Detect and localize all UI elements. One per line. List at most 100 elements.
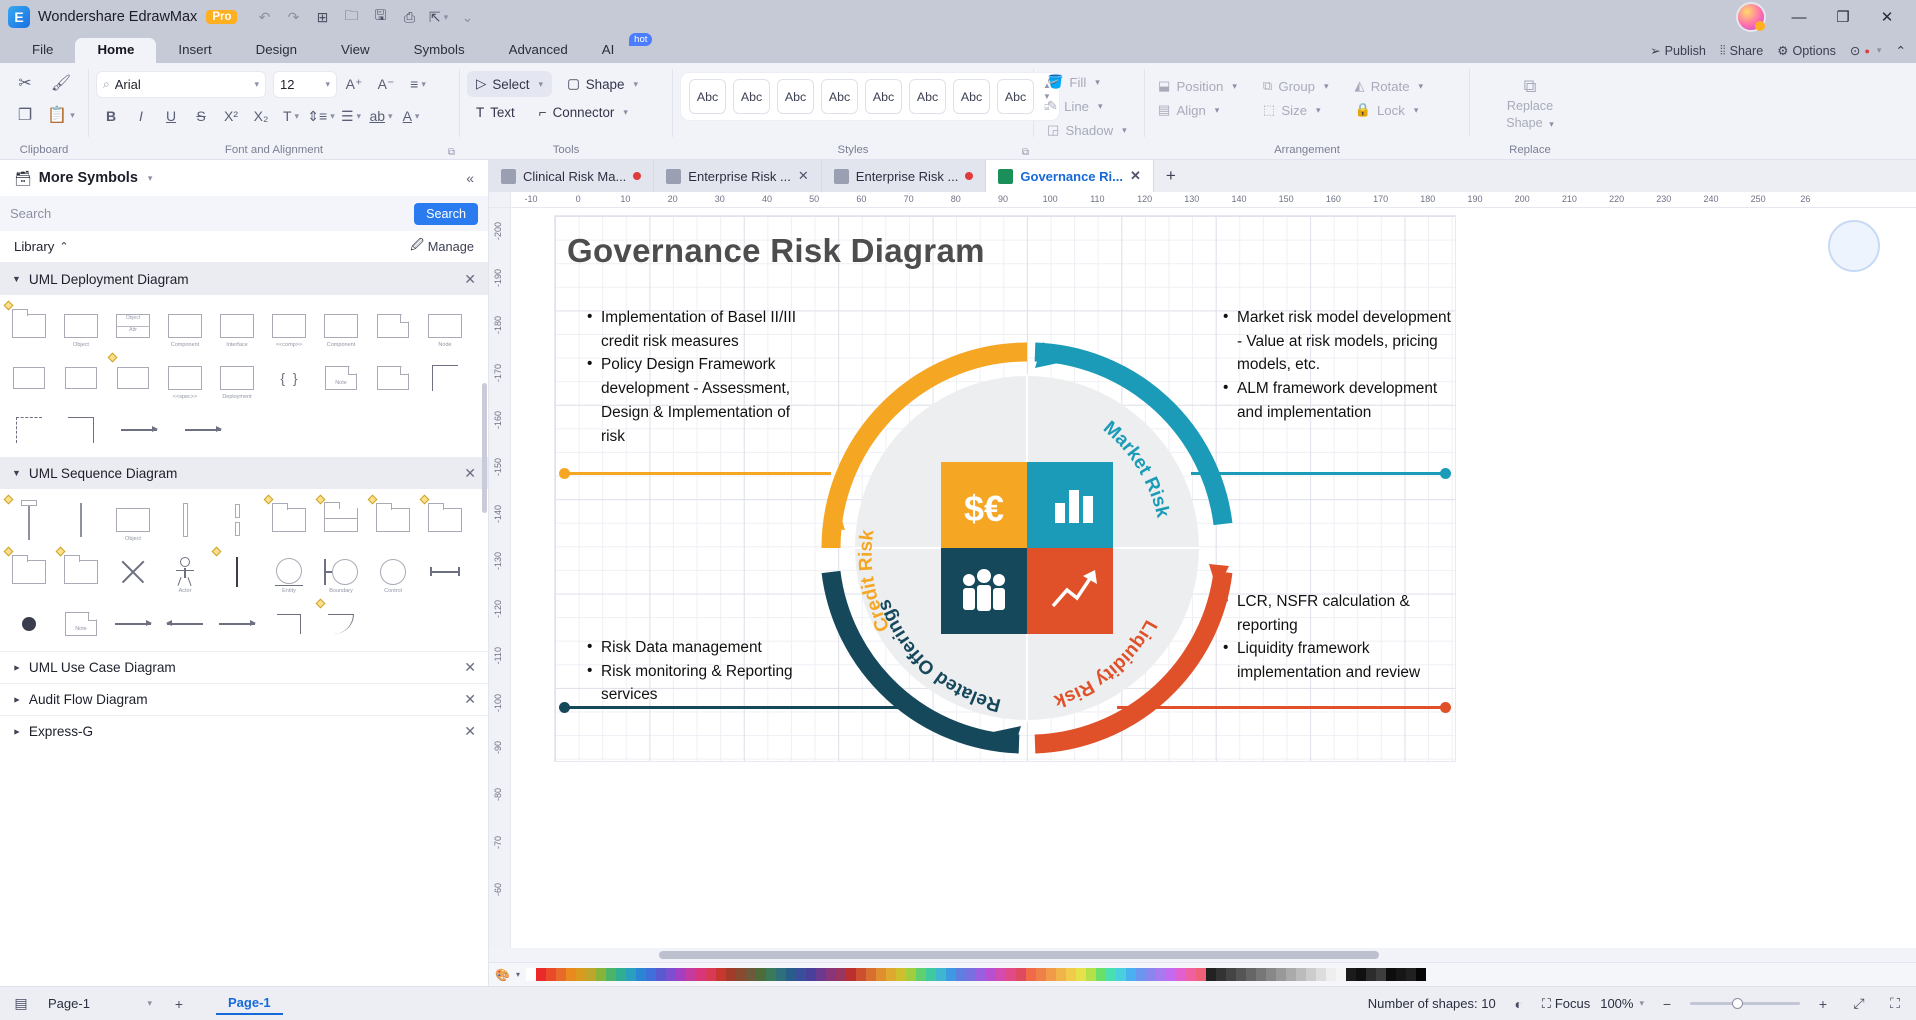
sidebar-scroll-region[interactable]: ▼ UML Deployment Diagram ✕ Object Object… — [0, 263, 488, 986]
text-tool-button[interactable]: T Text — [467, 100, 524, 125]
shape-item[interactable] — [108, 405, 170, 455]
zoom-level[interactable]: 100% ▾ — [1600, 996, 1644, 1011]
color-swatch[interactable] — [1125, 968, 1136, 981]
shape-item[interactable]: Actor — [160, 547, 210, 597]
shape-item[interactable] — [212, 495, 262, 545]
color-swatch[interactable] — [795, 968, 806, 981]
color-swatch[interactable] — [1385, 968, 1396, 981]
style-swatch[interactable]: Abc — [865, 79, 902, 114]
color-swatch[interactable] — [1285, 968, 1296, 981]
close-icon[interactable]: ✕ — [464, 271, 476, 288]
color-swatch[interactable] — [1085, 968, 1096, 981]
connector-tool-button[interactable]: ⌐ Connector ▾ — [530, 100, 637, 125]
category-header-audit-flow[interactable]: ▼ Audit Flow Diagram ✕ — [0, 683, 488, 715]
style-swatch[interactable]: Abc — [997, 79, 1034, 114]
shape-item[interactable]: <<spec>> — [160, 353, 210, 403]
color-swatch[interactable] — [685, 968, 696, 981]
color-swatch[interactable] — [665, 968, 676, 981]
shape-item[interactable] — [4, 599, 54, 649]
save-icon[interactable]: 🖫 — [367, 5, 393, 29]
color-swatch[interactable] — [1015, 968, 1026, 981]
color-swatch[interactable] — [1345, 968, 1356, 981]
color-swatch[interactable] — [965, 968, 976, 981]
paragraph-align-icon[interactable]: ≡ ▾ — [403, 70, 433, 98]
add-page-button[interactable]: + — [166, 992, 192, 1016]
color-swatch[interactable] — [565, 968, 576, 981]
menu-file[interactable]: File — [10, 38, 75, 63]
palette-icon[interactable]: 🎨 — [495, 968, 510, 982]
subscript-icon[interactable]: X₂ — [246, 102, 276, 130]
color-swatch[interactable] — [1115, 968, 1126, 981]
shape-item[interactable] — [172, 405, 234, 455]
shape-item[interactable] — [368, 301, 418, 351]
style-swatch[interactable]: Abc — [909, 79, 946, 114]
style-swatch[interactable]: Abc — [821, 79, 858, 114]
collapse-panel-icon[interactable]: « — [466, 170, 474, 186]
callout-bottom-left[interactable]: Risk Data management Risk monitoring & R… — [587, 635, 817, 707]
bullet-list-icon[interactable]: ☰ ▾ — [336, 102, 366, 130]
select-tool-button[interactable]: ▷ Select ▾ — [467, 71, 553, 97]
color-swatch[interactable] — [905, 968, 916, 981]
shape-item[interactable]: Node — [420, 301, 470, 351]
size-button[interactable]: ⬚ Size ▾ — [1257, 99, 1335, 121]
bold-icon[interactable]: B — [96, 102, 126, 130]
color-swatch[interactable] — [605, 968, 616, 981]
theme-icon[interactable]: ◐ — [1506, 992, 1532, 1016]
group-button[interactable]: ⧉ Group ▾ — [1257, 75, 1335, 97]
color-swatch[interactable] — [775, 968, 786, 981]
diagram-title[interactable]: Governance Risk Diagram — [567, 232, 985, 270]
underline-icon[interactable]: U — [156, 102, 186, 130]
color-swatch[interactable] — [695, 968, 706, 981]
color-swatch[interactable] — [1135, 968, 1146, 981]
font-family-box[interactable]: ⌕ ▾ — [96, 70, 266, 98]
shape-item[interactable] — [315, 598, 366, 649]
close-icon[interactable]: ✕ — [464, 691, 476, 708]
chevron-down-icon[interactable]: ▾ — [516, 970, 520, 979]
color-swatch[interactable] — [1175, 968, 1186, 981]
color-swatch[interactable] — [745, 968, 756, 981]
color-swatch[interactable] — [1215, 968, 1226, 981]
text-effect-icon[interactable]: T ▾ — [276, 102, 306, 130]
shape-item[interactable]: Boundary — [316, 547, 366, 597]
color-swatch[interactable] — [1095, 968, 1106, 981]
replace-shape-button[interactable]: ⧉ Replace Shape ▾ — [1498, 72, 1561, 134]
color-swatch[interactable] — [815, 968, 826, 981]
color-swatch[interactable] — [995, 968, 1006, 981]
minimize-button[interactable]: — — [1778, 0, 1820, 34]
menu-view[interactable]: View — [319, 38, 392, 63]
chevron-down-icon[interactable]: ▾ — [633, 79, 638, 90]
styles-dialog-launcher-icon[interactable]: ⧉ — [1022, 147, 1029, 158]
shape-item[interactable] — [3, 546, 54, 597]
color-swatch[interactable] — [895, 968, 906, 981]
zoom-in-button[interactable]: + — [1810, 992, 1836, 1016]
style-swatch[interactable]: Abc — [733, 79, 770, 114]
fit-page-icon[interactable]: ⤢ — [1846, 992, 1872, 1016]
undo-icon[interactable]: ↶ — [251, 5, 277, 29]
shape-item[interactable]: { } — [264, 353, 314, 403]
color-swatch[interactable] — [625, 968, 636, 981]
color-swatch[interactable] — [845, 968, 856, 981]
shape-item[interactable] — [160, 599, 210, 649]
menu-advanced[interactable]: Advanced — [487, 38, 590, 63]
chevron-down-icon[interactable]: ▾ — [623, 107, 628, 118]
shape-item[interactable] — [56, 353, 106, 403]
color-swatch[interactable] — [535, 968, 546, 981]
color-swatch[interactable] — [985, 968, 996, 981]
color-swatch[interactable] — [1065, 968, 1076, 981]
close-icon[interactable]: ✕ — [798, 168, 809, 184]
color-swatch[interactable] — [765, 968, 776, 981]
close-icon[interactable]: ✕ — [464, 723, 476, 740]
shape-item[interactable] — [315, 494, 366, 545]
fullscreen-icon[interactable]: ⛶ — [1882, 992, 1908, 1016]
color-swatch[interactable] — [1145, 968, 1156, 981]
italic-icon[interactable]: I — [126, 102, 156, 130]
color-swatch[interactable] — [1395, 968, 1406, 981]
customize-chevron-icon[interactable]: ⌄ — [454, 5, 480, 29]
paste-icon[interactable]: 📋 ▾ — [43, 99, 79, 131]
chevron-down-icon[interactable]: ▾ — [1639, 998, 1644, 1009]
color-swatch[interactable] — [615, 968, 626, 981]
color-swatch[interactable] — [1155, 968, 1166, 981]
close-icon[interactable]: ✕ — [1130, 168, 1141, 184]
shape-item[interactable]: Object Attr — [108, 301, 158, 351]
search-input[interactable] — [10, 206, 415, 221]
